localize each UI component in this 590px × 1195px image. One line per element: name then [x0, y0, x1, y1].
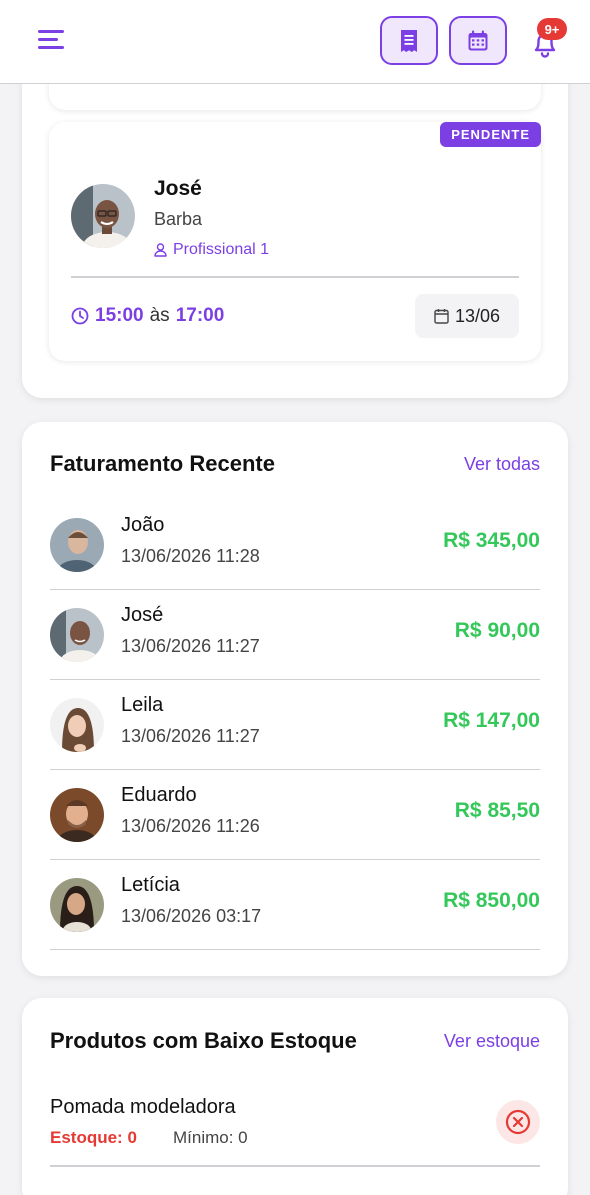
status-badge: PENDENTE: [440, 122, 541, 147]
divider: [50, 1165, 540, 1167]
payment-value: R$ 90,00: [454, 619, 540, 642]
avatar: [50, 608, 104, 662]
list-item[interactable]: José 13/06/2026 11:27 R$ 90,00: [50, 590, 540, 680]
avatar: [50, 788, 104, 842]
service-name: Barba: [154, 209, 203, 229]
appointment-card[interactable]: PENDENTE José Barba Profissional 1 15:00…: [49, 122, 541, 361]
payment-date: 13/06/2026 11:27: [121, 636, 260, 656]
avatar: [50, 518, 104, 572]
client-name: Leila: [121, 694, 164, 716]
professional-name: Profissional 1: [173, 241, 270, 258]
stock-minimum: Mínimo: 0: [173, 1128, 248, 1147]
billing-title: Faturamento Recente: [50, 451, 275, 476]
receipt-icon: [401, 29, 417, 52]
date-text: 13/06: [454, 305, 501, 326]
list-item[interactable]: João 13/06/2026 11:28 R$ 345,00: [50, 500, 540, 590]
appointment-date: 13/06: [415, 294, 519, 338]
payment-date: 13/06/2026 11:26: [121, 816, 260, 836]
billing-panel: Faturamento Recente Ver todas João 13/06…: [22, 422, 568, 976]
notifications-badge: 9+: [537, 18, 567, 40]
start-time: 15:00: [95, 305, 144, 326]
list-item[interactable]: Eduardo 13/06/2026 11:26 R$ 85,50: [50, 770, 540, 860]
payment-value: R$ 850,00: [443, 889, 540, 912]
see-all-link[interactable]: Ver todas: [464, 454, 540, 475]
stock-title: Produtos com Baixo Estoque: [50, 1028, 357, 1053]
clock-icon: [71, 307, 89, 325]
product-name: Pomada modeladora: [50, 1096, 236, 1118]
stock-quantity: Estoque: 0: [50, 1128, 137, 1147]
appointment-time: 15:00 às 17:00: [71, 305, 224, 327]
receipt-button[interactable]: [380, 16, 438, 65]
avatar: [50, 878, 104, 932]
close-circle-icon: [505, 1109, 531, 1135]
divider: [71, 276, 519, 278]
client-name: Eduardo: [121, 784, 197, 806]
client-name: José: [154, 177, 202, 200]
stock-alert-button[interactable]: [496, 1100, 540, 1144]
list-item[interactable]: Letícia 13/06/2026 03:17 R$ 850,00: [50, 860, 540, 950]
see-stock-link[interactable]: Ver estoque: [444, 1031, 540, 1052]
top-bar: 9+: [0, 0, 590, 84]
avatar: [50, 698, 104, 752]
payment-value: R$ 85,50: [454, 799, 540, 822]
calendar-small-icon: [434, 309, 449, 324]
end-time: 17:00: [175, 305, 225, 326]
client-name: José: [121, 604, 164, 626]
list-item[interactable]: Leila 13/06/2026 11:27 R$ 147,00: [50, 680, 540, 770]
menu-icon[interactable]: [38, 30, 66, 52]
client-name: Letícia: [121, 874, 180, 896]
payment-value: R$ 345,00: [443, 529, 540, 552]
user-icon: [154, 243, 167, 257]
client-name: João: [121, 514, 165, 536]
professional-label: Profissional 1: [154, 241, 269, 259]
calendar-button[interactable]: [449, 16, 507, 65]
payment-value: R$ 147,00: [443, 709, 540, 732]
payment-date: 13/06/2026 11:28: [121, 546, 260, 566]
avatar: [71, 184, 135, 248]
time-separator: às: [149, 305, 170, 326]
low-stock-panel: Produtos com Baixo Estoque Ver estoque P…: [22, 998, 568, 1195]
payment-date: 13/06/2026 11:27: [121, 726, 260, 746]
payment-date: 13/06/2026 03:17: [121, 906, 262, 926]
calendar-icon: [468, 30, 488, 50]
